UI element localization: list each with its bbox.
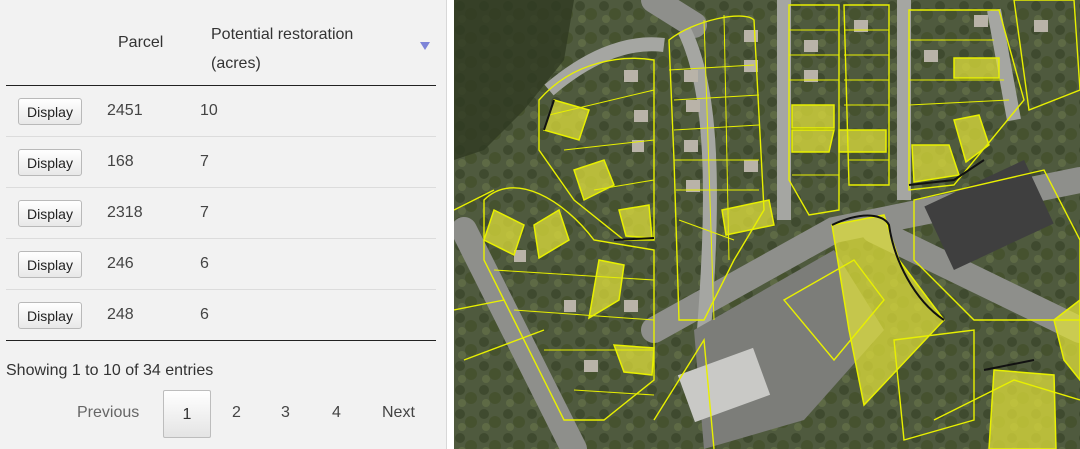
table-row: Display 2451 10 [6, 86, 436, 137]
display-button[interactable]: Display [18, 302, 82, 329]
next-page-button[interactable]: Next [382, 404, 415, 422]
table-row: Display 168 7 [6, 137, 436, 188]
parcel-cell: 248 [107, 306, 134, 323]
page-3-button[interactable]: 3 [281, 404, 290, 422]
acres-cell: 7 [200, 204, 209, 221]
sort-descending-icon[interactable] [420, 42, 430, 50]
acres-cell: 6 [200, 306, 209, 323]
column-header-restoration-label: Potential restoration [211, 26, 354, 43]
page-4-button[interactable]: 4 [332, 404, 341, 422]
table-header: Parcel Potential restoration (acres) [6, 0, 436, 86]
acres-cell: 10 [200, 102, 218, 119]
aerial-map-image [454, 0, 1080, 449]
display-button[interactable]: Display [18, 149, 82, 176]
parcel-cell: 2318 [107, 204, 143, 221]
column-header-parcel[interactable]: Parcel [118, 34, 163, 52]
parcel-cell: 2451 [107, 102, 143, 119]
table-row: Display 2318 7 [6, 188, 436, 239]
results-table: Parcel Potential restoration (acres) Dis… [6, 0, 436, 341]
results-panel: Parcel Potential restoration (acres) Dis… [0, 0, 447, 449]
table-info: Showing 1 to 10 of 34 entries [6, 362, 214, 379]
table-row: Display 248 6 [6, 290, 436, 341]
parcel-cell: 246 [107, 255, 134, 272]
column-header-restoration[interactable]: Potential restoration (acres) [211, 20, 353, 78]
page-2-button[interactable]: 2 [232, 404, 241, 422]
column-header-restoration-unit: (acres) [211, 55, 261, 72]
display-button[interactable]: Display [18, 251, 82, 278]
table-row: Display 246 6 [6, 239, 436, 290]
acres-cell: 6 [200, 255, 209, 272]
pagination: Previous 1 2 3 4 Next [0, 390, 447, 440]
page-1-button[interactable]: 1 [163, 390, 211, 438]
acres-cell: 7 [200, 153, 209, 170]
previous-page-button[interactable]: Previous [77, 404, 139, 422]
parcel-cell: 168 [107, 153, 134, 170]
display-button[interactable]: Display [18, 98, 82, 125]
parcel-map[interactable] [454, 0, 1080, 449]
display-button[interactable]: Display [18, 200, 82, 227]
